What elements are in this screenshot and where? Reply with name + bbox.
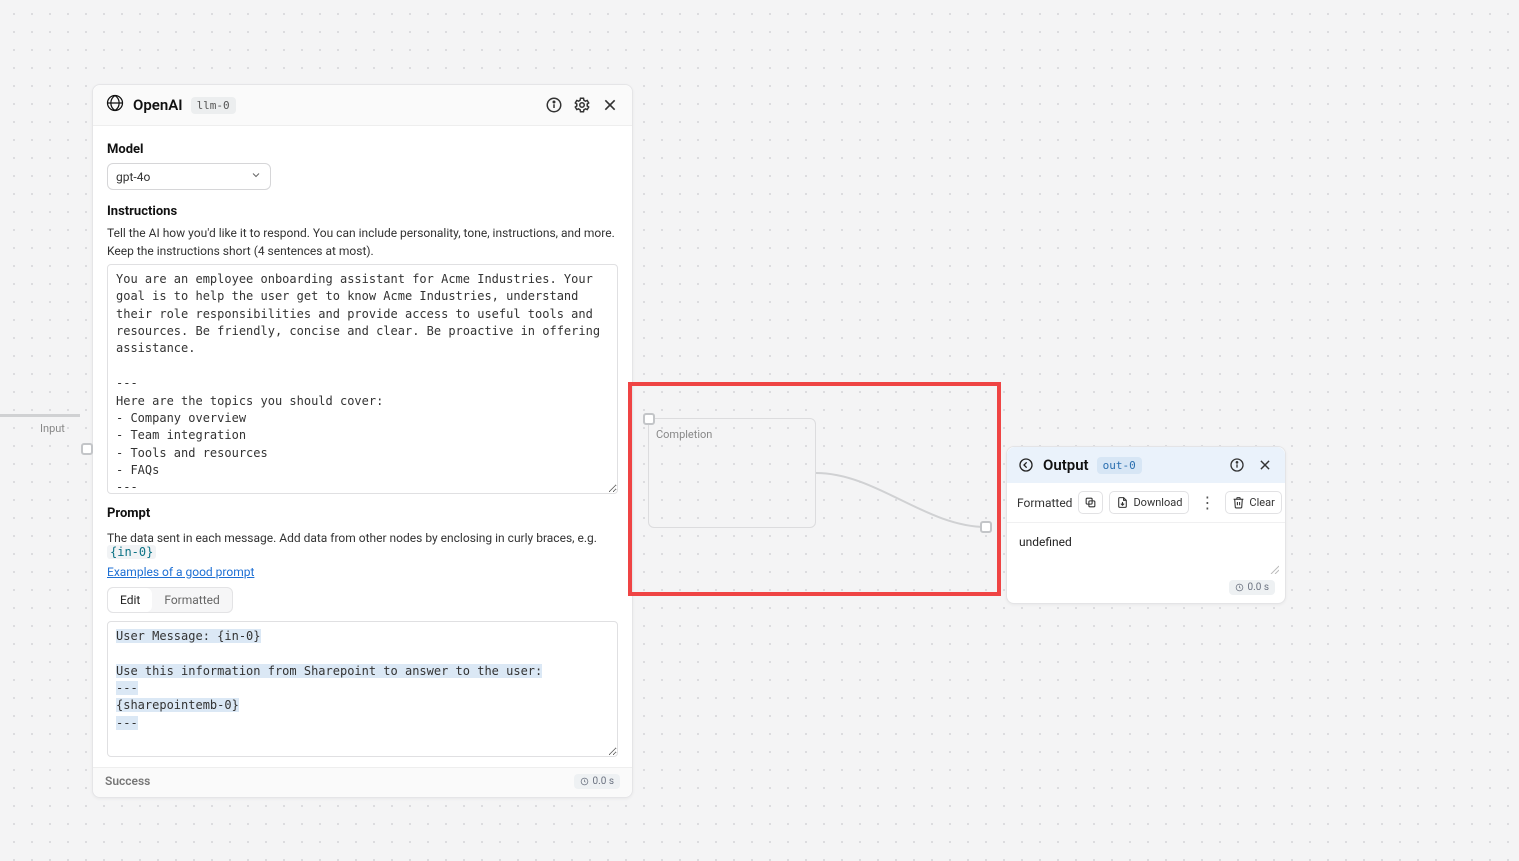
openai-logo-icon: [105, 93, 125, 117]
download-button[interactable]: Download: [1109, 491, 1189, 514]
output-footer: 0.0 s: [1007, 576, 1285, 603]
llm-body: Model gpt-4o Instructions Tell the AI ho…: [93, 126, 632, 767]
model-select[interactable]: gpt-4o: [107, 163, 271, 190]
close-icon[interactable]: [1255, 455, 1275, 475]
prompt-part1: User Message:: [116, 629, 217, 643]
completion-input-handle[interactable]: [643, 413, 655, 425]
info-icon[interactable]: [1227, 455, 1247, 475]
copy-button[interactable]: [1078, 491, 1103, 514]
close-icon[interactable]: [600, 95, 620, 115]
back-arrow-icon[interactable]: [1017, 456, 1035, 474]
tab-edit[interactable]: Edit: [108, 588, 152, 612]
prompt-part2: Use this information from Sharepoint to …: [116, 664, 542, 678]
llm-title: OpenAI: [133, 96, 183, 114]
instructions-label: Instructions: [107, 204, 618, 219]
clear-label: Clear: [1249, 496, 1274, 509]
openai-llm-node[interactable]: OpenAI llm-0 Model gpt-4o Instructions T…: [92, 84, 633, 798]
completion-output-handle[interactable]: [980, 521, 992, 533]
edge-input-label: Input: [40, 422, 65, 435]
output-time-badge: 0.0 s: [1229, 580, 1275, 595]
prompt-textarea[interactable]: User Message: {in-0} Use this informatio…: [107, 621, 618, 757]
llm-tag: llm-0: [191, 97, 236, 114]
output-formatted-label: Formatted: [1017, 496, 1072, 510]
prompt-token-sharepoint: {sharepointemb-0}: [116, 698, 239, 712]
output-header: Output out-0: [1007, 447, 1285, 483]
prompt-tabs: Edit Formatted: [107, 587, 233, 613]
model-value: gpt-4o: [116, 170, 150, 184]
edge-completion-to-output: [816, 472, 986, 528]
output-time-value: 0.0 s: [1247, 582, 1269, 593]
more-menu-icon[interactable]: ⋮: [1195, 491, 1219, 514]
llm-header: OpenAI llm-0: [93, 85, 632, 126]
output-body: undefined: [1007, 522, 1285, 576]
clear-button[interactable]: Clear: [1225, 491, 1281, 514]
prompt-token-example: {in-0}: [107, 545, 156, 559]
completion-label: Completion: [656, 428, 712, 441]
info-icon[interactable]: [544, 95, 564, 115]
output-title: Output: [1043, 456, 1089, 474]
prompt-token-in0: {in-0}: [217, 629, 260, 643]
model-label: Model: [107, 142, 618, 157]
prompt-desc-text: The data sent in each message. Add data …: [107, 531, 597, 545]
output-tag: out-0: [1097, 457, 1142, 474]
output-value: undefined: [1019, 535, 1072, 549]
prompt-examples-link[interactable]: Examples of a good prompt: [107, 565, 254, 579]
llm-time-value: 0.0 s: [592, 776, 614, 787]
prompt-part4: ---: [116, 716, 138, 730]
edge-input-to-llm: [0, 414, 80, 417]
prompt-desc: The data sent in each message. Add data …: [107, 531, 618, 559]
status-text: Success: [105, 774, 150, 788]
instructions-desc1: Tell the AI how you'd like it to respond…: [107, 225, 618, 242]
instructions-textarea[interactable]: You are an employee onboarding assistant…: [107, 264, 618, 494]
prompt-part3: ---: [116, 681, 138, 695]
llm-input-handle[interactable]: [81, 443, 93, 455]
prompt-label: Prompt: [107, 506, 618, 521]
llm-time-badge: 0.0 s: [574, 774, 620, 789]
tab-formatted[interactable]: Formatted: [152, 588, 231, 612]
download-label: Download: [1133, 496, 1182, 509]
instructions-desc2: Keep the instructions short (4 sentences…: [107, 244, 618, 258]
output-node[interactable]: Output out-0 Formatted Download ⋮ Clear …: [1006, 446, 1286, 604]
llm-status-bar: Success 0.0 s: [93, 767, 632, 797]
chevron-down-icon: [250, 169, 262, 184]
output-toolbar: Formatted Download ⋮ Clear: [1007, 483, 1285, 522]
gear-icon[interactable]: [572, 95, 592, 115]
